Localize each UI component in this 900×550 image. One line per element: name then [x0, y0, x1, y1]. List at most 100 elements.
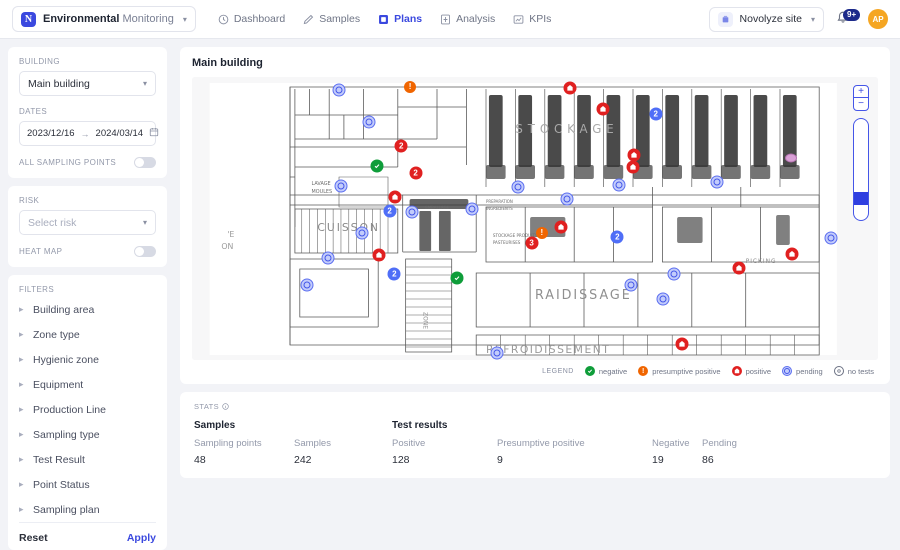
filter-test-result[interactable]: ▸ Test Result — [19, 447, 156, 472]
marker-positive[interactable] — [626, 160, 640, 174]
marker-pending[interactable] — [560, 192, 574, 206]
marker-pending[interactable] — [332, 83, 346, 97]
marker-positive[interactable] — [563, 81, 577, 95]
notifications-button[interactable]: 9+ — [836, 9, 861, 28]
stat-value: 128 — [392, 454, 410, 466]
svg-text:CUISSON: CUISSON — [317, 221, 379, 234]
stat-value: 48 — [194, 454, 206, 466]
marker-negative[interactable] — [370, 159, 384, 173]
building-select[interactable]: Main building ▾ — [19, 71, 156, 96]
marker-cluster[interactable]: 2 — [610, 230, 624, 244]
app-switcher[interactable]: N Environmental Monitoring ▾ — [12, 6, 196, 32]
app-logo-icon: N — [21, 11, 36, 27]
marker-positive[interactable] — [596, 102, 610, 116]
risk-select[interactable]: Select risk ▾ — [19, 210, 156, 235]
marker-positive[interactable] — [554, 220, 568, 234]
zoom-out-button[interactable]: − — [854, 98, 868, 110]
stats-header: STATS — [194, 402, 876, 411]
legend-item-positive: positive — [731, 366, 771, 376]
sidebar: BUILDING Main building ▾ DATES 2023/12/1… — [0, 39, 175, 550]
risk-label: RISK — [19, 196, 40, 205]
marker-pending[interactable] — [612, 178, 626, 192]
nav-label-kpis: KPIs — [529, 13, 552, 25]
marker-pending[interactable] — [824, 231, 838, 245]
svg-text:PREPARATION: PREPARATION — [486, 199, 513, 204]
nav-item-analysis[interactable]: Analysis — [440, 13, 495, 25]
zoom-slider[interactable] — [853, 118, 869, 221]
marker-cluster[interactable]: 3 — [525, 236, 539, 250]
stat-label: Presumptive positive — [497, 438, 585, 449]
heat-map-toggle[interactable] — [134, 246, 156, 257]
chevron-right-icon: ▸ — [19, 504, 24, 514]
legend-item-presumptive-positive: ! presumptive positive — [638, 366, 721, 376]
marker-cluster[interactable]: 2 — [394, 139, 408, 153]
marker-highlight[interactable] — [784, 153, 797, 163]
info-icon[interactable] — [222, 403, 229, 410]
date-to: 2024/03/14 — [95, 128, 144, 139]
marker-pending[interactable] — [321, 251, 335, 265]
marker-pending[interactable] — [334, 179, 348, 193]
zoom-in-button[interactable]: + — [854, 86, 868, 98]
marker-pending[interactable] — [300, 278, 314, 292]
apply-button[interactable]: Apply — [127, 532, 156, 544]
all-sampling-points-label: ALL SAMPLING POINTS — [19, 158, 117, 167]
marker-positive[interactable] — [372, 248, 386, 262]
filter-hygienic-zone[interactable]: ▸ Hygienic zone — [19, 347, 156, 372]
nav-item-samples[interactable]: Samples — [303, 13, 360, 25]
marker-positive[interactable] — [675, 337, 689, 351]
marker-pending[interactable] — [624, 278, 638, 292]
filter-equipment[interactable]: ▸ Equipment — [19, 372, 156, 397]
avatar[interactable]: AP — [868, 9, 888, 29]
marker-presumptive-positive[interactable]: ! — [535, 226, 548, 239]
nav-item-dashboard[interactable]: Dashboard — [218, 13, 285, 25]
zoom-control: + − — [853, 85, 869, 221]
marker-pending[interactable] — [667, 267, 681, 281]
marker-pending[interactable] — [710, 175, 724, 189]
site-selector[interactable]: Novolyze site ▾ — [708, 6, 824, 32]
app-name-bold: Environmental — [43, 13, 120, 25]
marker-pending[interactable] — [511, 180, 525, 194]
marker-cluster[interactable]: 2 — [649, 107, 663, 121]
marker-presumptive-positive[interactable]: ! — [404, 80, 417, 93]
filter-building-area[interactable]: ▸ Building area — [19, 297, 156, 322]
marker-pending[interactable] — [490, 346, 504, 360]
map-canvas[interactable]: LAVAGE MOULES CUISSON STOCKAGE STOCKAGE … — [192, 77, 878, 360]
marker-pending[interactable] — [465, 202, 479, 216]
floor-plan-map[interactable]: LAVAGE MOULES CUISSON STOCKAGE STOCKAGE … — [192, 77, 878, 360]
body: BUILDING Main building ▾ DATES 2023/12/1… — [0, 39, 900, 550]
marker-positive[interactable] — [732, 261, 746, 275]
nav-item-kpis[interactable]: KPIs — [513, 13, 551, 25]
stats-groups: Samples Sampling points 48 Samples 242 T… — [194, 420, 876, 466]
marker-positive[interactable] — [627, 148, 641, 162]
svg-text:REFROIDISSEMENT: REFROIDISSEMENT — [486, 343, 610, 356]
filter-production-line[interactable]: ▸ Production Line — [19, 397, 156, 422]
marker-pending[interactable] — [355, 226, 369, 240]
marker-cluster[interactable]: 2 — [387, 267, 401, 281]
filter-list: ▸ Building area ▸ Zone type ▸ Hygienic zone… — [19, 297, 156, 522]
filter-sampling-plan[interactable]: ▸ Sampling plan — [19, 497, 156, 522]
reset-button[interactable]: Reset — [19, 532, 48, 544]
nav-item-plans[interactable]: Plans — [378, 13, 422, 25]
legend-label: pending — [796, 366, 823, 376]
filter-point-status[interactable]: ▸ Point Status — [19, 472, 156, 497]
marker-positive[interactable] — [388, 190, 402, 204]
analysis-icon — [441, 14, 451, 24]
main-nav: Dashboard Samples Plans Analysis KPIs — [218, 13, 551, 25]
marker-cluster[interactable]: 2 — [383, 204, 397, 218]
marker-pending[interactable] — [362, 115, 376, 129]
date-range-input[interactable]: 2023/12/16 → 2024/03/14 — [19, 121, 159, 146]
marker-negative[interactable] — [450, 271, 464, 285]
filter-zone-type[interactable]: ▸ Zone type — [19, 322, 156, 347]
marker-pending[interactable] — [405, 205, 419, 219]
marker-positive[interactable] — [785, 247, 799, 261]
filter-label: Zone type — [33, 328, 80, 341]
zoom-slider-thumb[interactable] — [854, 192, 868, 205]
all-sampling-points-toggle[interactable] — [134, 157, 156, 168]
marker-cluster[interactable]: 2 — [409, 166, 423, 180]
filter-sampling-type[interactable]: ▸ Sampling type — [19, 422, 156, 447]
filters-footer: Reset Apply — [19, 522, 156, 550]
presumptive-positive-icon: ! — [638, 366, 649, 376]
legend-label: negative — [598, 366, 628, 376]
site-label: Novolyze site — [739, 13, 802, 25]
marker-pending[interactable] — [656, 292, 670, 306]
